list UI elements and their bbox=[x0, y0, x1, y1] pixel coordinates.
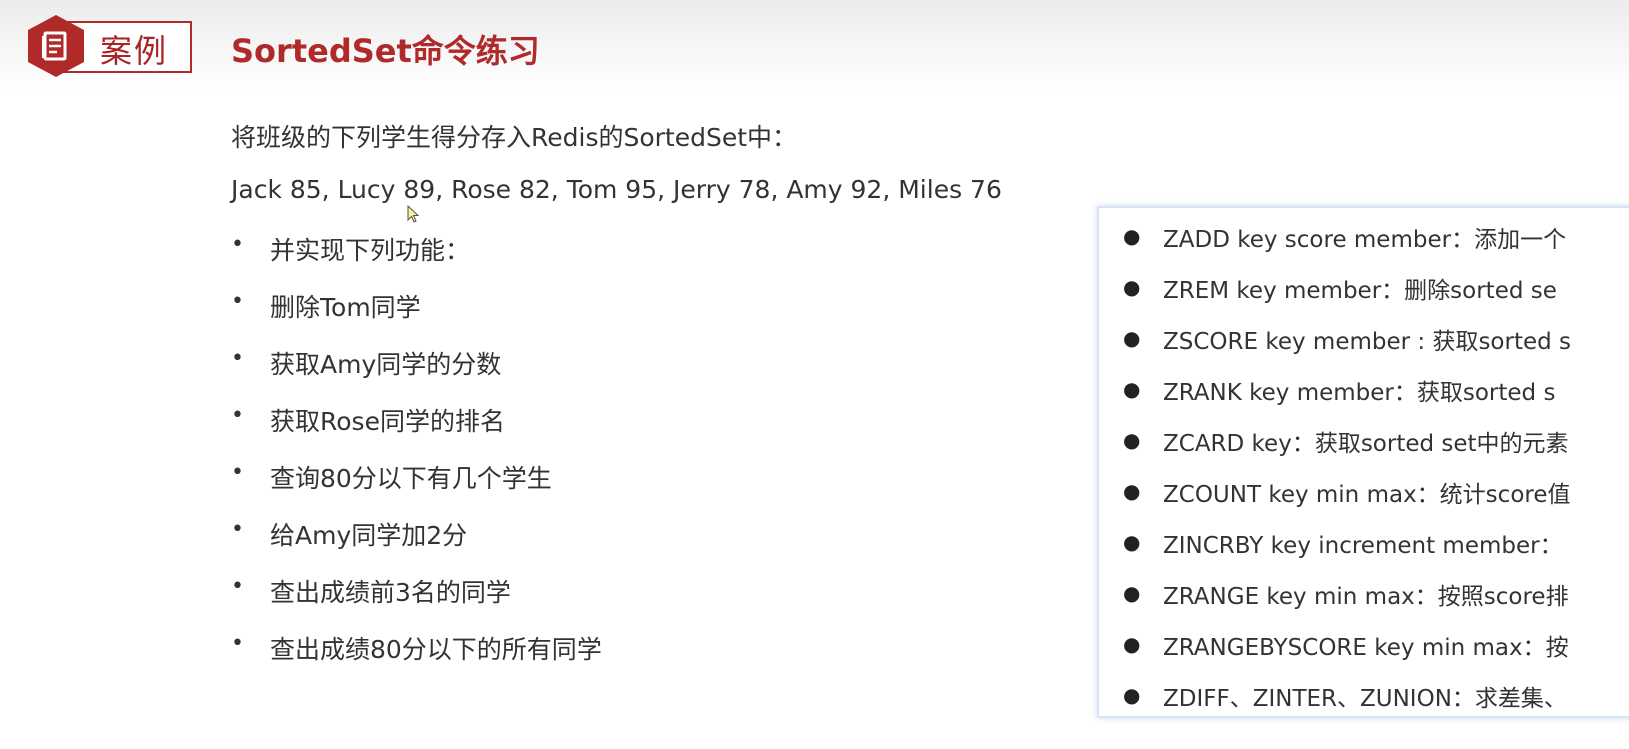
document-icon bbox=[28, 15, 84, 77]
command-text: ZSCORE key member : 获取sorted s bbox=[1163, 329, 1572, 355]
task-text: 并实现下列功能： bbox=[270, 236, 471, 265]
command-text: ZRANK key member：获取sorted s bbox=[1163, 380, 1556, 406]
command-text: ZREM key member：删除sorted se bbox=[1163, 278, 1557, 304]
mouse-cursor-icon bbox=[407, 205, 419, 223]
page-title: SortedSet命令练习 bbox=[231, 32, 540, 70]
command-text: ZCARD key：获取sorted set中的元素 bbox=[1163, 431, 1569, 457]
bullet: ● bbox=[1123, 530, 1141, 554]
command-text: ZINCRBY key increment member： bbox=[1163, 533, 1563, 559]
task-text: 获取Amy同学的分数 bbox=[270, 350, 502, 379]
bullet: • bbox=[231, 232, 244, 257]
bullet: ● bbox=[1123, 479, 1141, 503]
bullet: • bbox=[231, 460, 244, 485]
bullet: • bbox=[231, 574, 244, 599]
command-text: ZCOUNT key min max：统计score值 bbox=[1163, 482, 1571, 508]
bullet: ● bbox=[1123, 683, 1141, 707]
bullet: ● bbox=[1123, 326, 1141, 350]
command-text: ZRANGEBYSCORE key min max：按 bbox=[1163, 635, 1569, 661]
badge-label: 案例 bbox=[100, 32, 169, 70]
command-text: ZDIFF、ZINTER、ZUNION：求差集、 bbox=[1163, 686, 1567, 712]
intro-text: 将班级的下列学生得分存入Redis的SortedSet中： bbox=[231, 123, 798, 152]
bullet: ● bbox=[1123, 428, 1141, 452]
bullet: ● bbox=[1123, 581, 1141, 605]
command-text: ZRANGE key min max：按照score排 bbox=[1163, 584, 1569, 610]
task-text: 查询80分以下有几个学生 bbox=[270, 464, 552, 493]
bullet: • bbox=[231, 631, 244, 656]
task-text: 查出成绩前3名的同学 bbox=[270, 578, 511, 607]
bullet: ● bbox=[1123, 632, 1141, 656]
task-text: 获取Rose同学的排名 bbox=[270, 407, 505, 436]
bullet: ● bbox=[1123, 377, 1141, 401]
task-text: 给Amy同学加2分 bbox=[270, 521, 468, 550]
bullet: • bbox=[231, 346, 244, 371]
task-text: 查出成绩80分以下的所有同学 bbox=[270, 635, 602, 664]
bullet: • bbox=[231, 517, 244, 542]
student-scores: Jack 85, Lucy 89, Rose 82, Tom 95, Jerry… bbox=[231, 175, 1002, 204]
command-reference-panel: ● ZADD key score member：添加一个 ● ZREM key me… bbox=[1097, 206, 1629, 718]
task-text: 删除Tom同学 bbox=[270, 293, 421, 322]
command-text: ZADD key score member：添加一个 bbox=[1163, 227, 1567, 253]
bullet: ● bbox=[1123, 224, 1141, 248]
bullet: • bbox=[231, 289, 244, 314]
bullet: • bbox=[231, 403, 244, 428]
case-badge: 案例 bbox=[26, 14, 192, 77]
bullet: ● bbox=[1123, 275, 1141, 299]
